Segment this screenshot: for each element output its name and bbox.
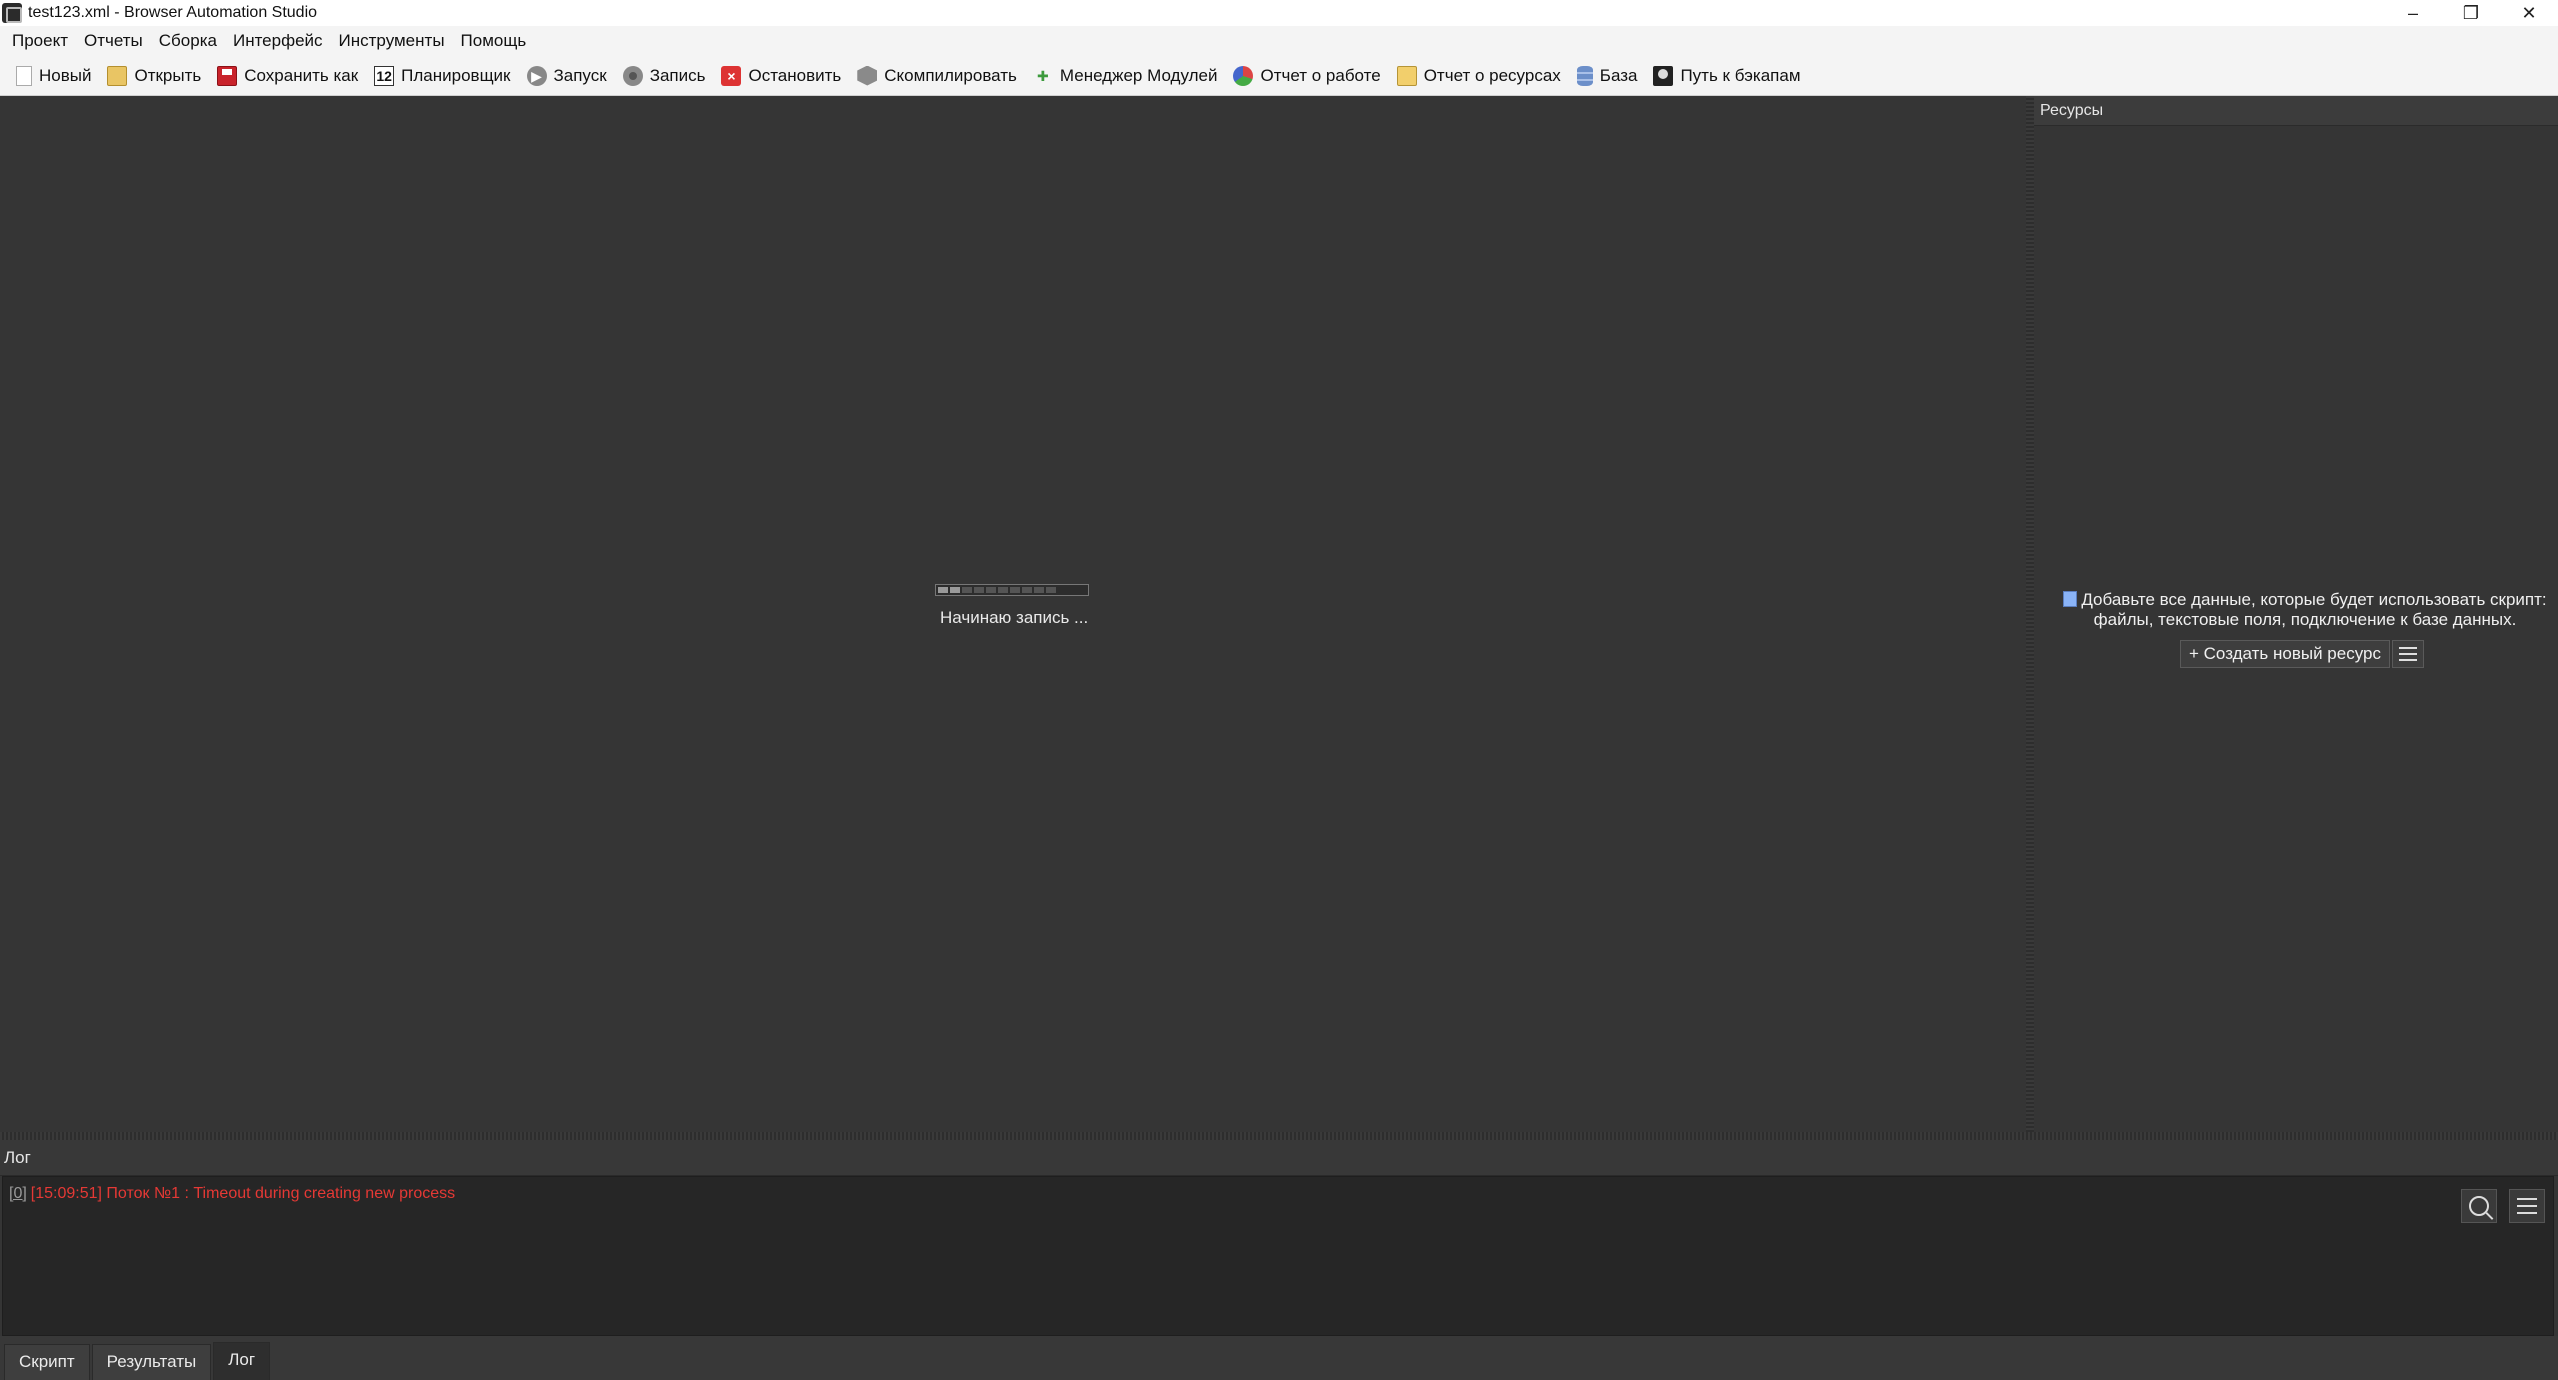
minimize-button[interactable]: –: [2384, 0, 2442, 26]
log-header: Лог: [0, 1140, 2558, 1176]
pie-chart-icon: [1233, 65, 1254, 86]
hamburger-icon: [2398, 653, 2417, 655]
resources-info-line2: файлы, текстовые поля, подключение к баз…: [2093, 610, 2517, 629]
database-button[interactable]: База: [1569, 56, 1646, 96]
loader-segment: [1034, 587, 1044, 593]
loader-segment: [974, 587, 984, 593]
calendar-icon: 12: [374, 65, 395, 86]
resources-panel: Ресурсы Добавьте все данные, которые буд…: [2034, 96, 2558, 1132]
log-entry: [0] [15:09:51] Поток №1 : Timeout during …: [9, 1185, 455, 1203]
toolbar: Новый Открыть Сохранить как 12 Планировщ…: [0, 56, 2558, 96]
cube-icon: [857, 65, 878, 86]
module-manager-button-label: Менеджер Модулей: [1059, 65, 1218, 85]
backup-path-button[interactable]: Путь к бэкапам: [1645, 56, 1808, 96]
window-controls: – ❐ ✕: [2384, 0, 2558, 26]
loader-segment: [1010, 587, 1020, 593]
resource-menu-button[interactable]: [2391, 640, 2424, 668]
loader-segment: [1022, 587, 1032, 593]
main-area: Начинаю запись ...: [0, 96, 2026, 1132]
loader-segment: [1046, 587, 1056, 593]
stop-button-label: Остановить: [748, 65, 842, 85]
save-as-button-label: Сохранить как: [244, 65, 359, 85]
record-icon: [622, 65, 643, 86]
horizontal-splitter[interactable]: [0, 1132, 2558, 1140]
work-report-button[interactable]: Отчет о работе: [1225, 56, 1388, 96]
play-icon: ▶: [526, 65, 547, 86]
close-button[interactable]: ✕: [2500, 0, 2558, 26]
record-button[interactable]: Запись: [615, 56, 714, 96]
log-search-button[interactable]: [2461, 1189, 2497, 1223]
log-area[interactable]: [0] [15:09:51] Поток №1 : Timeout during …: [2, 1176, 2554, 1336]
loading-status-text: Начинаю запись ...: [940, 608, 1089, 627]
work-report-button-label: Отчет о работе: [1260, 65, 1381, 85]
log-menu-button[interactable]: [2509, 1189, 2545, 1223]
stop-icon: ×: [721, 65, 742, 86]
menu-reports[interactable]: Отчеты: [76, 26, 151, 56]
loader-segment: [998, 587, 1008, 593]
resource-report-button[interactable]: Отчет о ресурсах: [1389, 56, 1569, 96]
folder-icon: [107, 65, 128, 86]
create-resource-button[interactable]: + Создать новый ресурс: [2180, 640, 2390, 668]
restore-button[interactable]: ❐: [2442, 0, 2500, 26]
scheduler-button-label: Планировщик: [401, 65, 511, 85]
tab-results[interactable]: Результаты: [91, 1344, 212, 1380]
notepad-icon: [1396, 65, 1417, 86]
menu-icon: [2517, 1198, 2537, 1214]
backup-icon: [1653, 65, 1674, 86]
tab-log[interactable]: Лог: [213, 1342, 271, 1380]
compile-button[interactable]: Скомпилировать: [849, 56, 1025, 96]
log-entry-text: [15:09:51] Поток №1 : Timeout during cre…: [30, 1185, 456, 1202]
new-file-icon: [16, 65, 32, 86]
resources-header: Ресурсы: [2034, 96, 2558, 126]
module-manager-button[interactable]: ✚ Менеджер Модулей: [1025, 56, 1226, 96]
window-title: test123.xml - Browser Automation Studio: [28, 4, 318, 21]
loader-segment: [962, 587, 972, 593]
resources-info-line1: Добавьте все данные, которые будет испол…: [2081, 590, 2547, 609]
menu-bar: Проект Отчеты Сборка Интерфейс Инструмен…: [0, 26, 2558, 56]
resources-info: Добавьте все данные, которые будет испол…: [2060, 590, 2550, 630]
puzzle-icon: ✚: [1037, 67, 1049, 84]
backup-path-button-label: Путь к бэкапам: [1680, 65, 1801, 85]
loader-segment: [986, 587, 996, 593]
loading-indicator: [935, 584, 1089, 596]
menu-interface[interactable]: Интерфейс: [225, 26, 331, 56]
resources-actions: + Создать новый ресурс: [2180, 640, 2424, 668]
new-button[interactable]: Новый: [8, 56, 99, 96]
menu-build[interactable]: Сборка: [151, 26, 225, 56]
log-entry-index[interactable]: [0]: [9, 1185, 27, 1202]
new-button-label: Новый: [39, 65, 92, 85]
hamburger-icon: [2398, 647, 2417, 649]
save-as-button[interactable]: Сохранить как: [209, 56, 366, 96]
info-icon: [2063, 591, 2078, 607]
menu-tools[interactable]: Инструменты: [331, 26, 453, 56]
bottom-tabs: Скрипт Результаты Лог: [0, 1336, 2558, 1380]
run-button-label: Запуск: [553, 65, 607, 85]
open-button[interactable]: Открыть: [99, 56, 209, 96]
database-icon: [1576, 65, 1593, 86]
resource-report-button-label: Отчет о ресурсах: [1423, 65, 1561, 85]
compile-button-label: Скомпилировать: [884, 65, 1017, 85]
hamburger-icon: [2398, 659, 2417, 661]
log-tools: [2461, 1189, 2545, 1223]
tab-script[interactable]: Скрипт: [4, 1344, 90, 1380]
title-bar: test123.xml - Browser Automation Studio …: [0, 0, 2558, 26]
database-button-label: База: [1599, 65, 1638, 85]
menu-project[interactable]: Проект: [4, 26, 76, 56]
loader-segment: [938, 587, 948, 593]
scheduler-button[interactable]: 12 Планировщик: [366, 56, 518, 96]
open-button-label: Открыть: [134, 65, 202, 85]
loader-segment: [950, 587, 960, 593]
stop-button[interactable]: × Остановить: [713, 56, 849, 96]
app-icon: [2, 3, 22, 23]
record-button-label: Запись: [649, 65, 706, 85]
vertical-splitter[interactable]: [2026, 96, 2034, 1132]
run-button[interactable]: ▶ Запуск: [519, 56, 615, 96]
search-icon: [2469, 1196, 2489, 1216]
floppy-icon: [217, 65, 238, 86]
menu-help[interactable]: Помощь: [453, 26, 535, 56]
